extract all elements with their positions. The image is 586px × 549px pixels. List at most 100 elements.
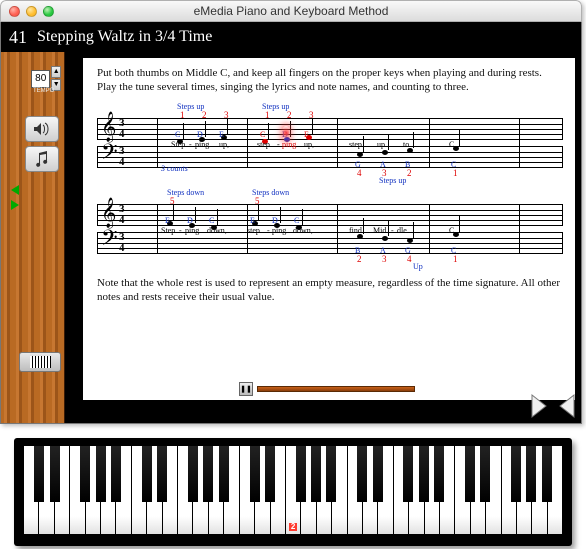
lesson-header: 41 Stepping Waltz in 3/4 Time xyxy=(0,22,582,52)
note-letter: B xyxy=(405,160,410,169)
bass-clef-icon: 𝄢 xyxy=(101,140,118,171)
lyric-syllable: up, xyxy=(304,140,314,149)
playback-scrubber[interactable]: ❚❚ xyxy=(239,382,419,396)
speaker-icon xyxy=(33,122,51,136)
music-notes-icon xyxy=(33,151,51,167)
note-letter: C xyxy=(451,246,456,255)
note-letter: C xyxy=(209,216,214,225)
black-key[interactable] xyxy=(219,446,229,502)
window-title: eMedia Piano and Keyboard Method xyxy=(9,4,573,18)
window-titlebar: eMedia Piano and Keyboard Method xyxy=(0,0,582,22)
notation-button[interactable] xyxy=(25,146,59,172)
note-letter: C xyxy=(294,216,299,225)
black-key[interactable] xyxy=(96,446,106,502)
audio-button[interactable] xyxy=(25,116,59,142)
black-key[interactable] xyxy=(480,446,490,502)
finger-hint: 2 xyxy=(289,523,297,531)
lyric-syllable: - xyxy=(277,140,280,149)
play-pause-button[interactable]: ❚❚ xyxy=(239,382,253,396)
black-key[interactable] xyxy=(296,446,306,502)
tempo-label: TEMPO xyxy=(33,88,54,94)
lyric-syllable: Mid xyxy=(373,226,386,235)
time-signature: 34 xyxy=(119,204,125,226)
black-key[interactable] xyxy=(526,446,536,502)
next-lesson-button[interactable] xyxy=(555,393,577,419)
lyric-syllable: down, xyxy=(207,226,227,235)
note-letter: C xyxy=(175,130,180,139)
black-key[interactable] xyxy=(203,446,213,502)
score-annotation: 3 counts xyxy=(161,164,188,173)
black-key[interactable] xyxy=(373,446,383,502)
black-key[interactable] xyxy=(157,446,167,502)
note-letter: G xyxy=(355,160,361,169)
note-letter: E xyxy=(250,216,255,225)
bass-clef-icon: 𝄢 xyxy=(101,226,118,257)
lyric-syllable: Step xyxy=(161,226,175,235)
black-key[interactable] xyxy=(50,446,60,502)
treble-clef-icon: 𝄞 xyxy=(101,198,116,229)
prev-marker-button[interactable] xyxy=(11,185,19,195)
note-letter: D xyxy=(197,130,203,139)
score-annotation: 2 xyxy=(287,110,292,120)
black-key[interactable] xyxy=(403,446,413,502)
black-key[interactable] xyxy=(265,446,275,502)
black-key[interactable] xyxy=(357,446,367,502)
window-zoom-button[interactable] xyxy=(43,6,54,17)
note-letter: E xyxy=(304,130,309,139)
black-key[interactable] xyxy=(465,446,475,502)
lyric-syllable: to xyxy=(403,140,409,149)
lyric-syllable: - xyxy=(267,226,270,235)
black-key[interactable] xyxy=(34,446,44,502)
score-annotation: Steps up xyxy=(379,176,406,185)
lyric-syllable: - xyxy=(189,140,192,149)
lesson-intro-text: Put both thumbs on Middle C, and keep al… xyxy=(97,66,563,94)
piano-keyboard[interactable]: 2 xyxy=(14,438,572,546)
lyric-syllable: dle xyxy=(397,226,407,235)
black-key[interactable] xyxy=(326,446,336,502)
note xyxy=(357,152,363,157)
black-key[interactable] xyxy=(511,446,521,502)
lesson-outro-text: Note that the whole rest is used to repr… xyxy=(97,276,563,304)
score-annotation: 2 xyxy=(407,168,412,178)
score-annotation: 4 xyxy=(357,168,362,178)
lyric-syllable: find xyxy=(349,226,362,235)
lyric-syllable: step xyxy=(247,226,260,235)
score-annotation: 1 xyxy=(180,110,185,120)
black-key[interactable] xyxy=(111,446,121,502)
lesson-number: 41 xyxy=(9,27,27,48)
lyric-syllable: down, xyxy=(293,226,313,235)
window-minimize-button[interactable] xyxy=(26,6,37,17)
note-letter: D xyxy=(187,216,193,225)
note-letter: E xyxy=(219,130,224,139)
black-key[interactable] xyxy=(250,446,260,502)
prev-lesson-button[interactable] xyxy=(529,393,551,419)
music-system: 𝄞𝄢3434Steps down5Steps down5234Up1EDCEDC… xyxy=(97,190,563,266)
lyric-syllable: Step xyxy=(171,140,185,149)
scrubber-track[interactable] xyxy=(257,386,415,392)
black-key[interactable] xyxy=(542,446,552,502)
score-annotation: 4 xyxy=(407,254,412,264)
note-letter: E xyxy=(165,216,170,225)
playback-cursor xyxy=(283,126,289,140)
black-key[interactable] xyxy=(311,446,321,502)
black-key[interactable] xyxy=(80,446,90,502)
note-letter: G xyxy=(405,246,411,255)
window-close-button[interactable] xyxy=(9,6,20,17)
lyric-syllable: - xyxy=(179,226,182,235)
tempo-up-button[interactable]: ▲ xyxy=(51,66,61,78)
black-key[interactable] xyxy=(419,446,429,502)
score-annotation: Up xyxy=(413,262,423,271)
note-letter: C xyxy=(451,160,456,169)
score-annotation: 1 xyxy=(453,254,458,264)
keyboard-toggle-button[interactable] xyxy=(19,352,61,372)
next-marker-button[interactable] xyxy=(11,200,19,210)
tempo-value[interactable]: 80 xyxy=(31,70,50,88)
score-annotation: 1 xyxy=(265,110,270,120)
score-annotation: 2 xyxy=(202,110,207,120)
note xyxy=(407,238,413,243)
lyric-syllable: ping xyxy=(195,140,209,149)
black-key[interactable] xyxy=(434,446,444,502)
black-key[interactable] xyxy=(142,446,152,502)
lyric-syllable: up xyxy=(377,140,385,149)
black-key[interactable] xyxy=(188,446,198,502)
